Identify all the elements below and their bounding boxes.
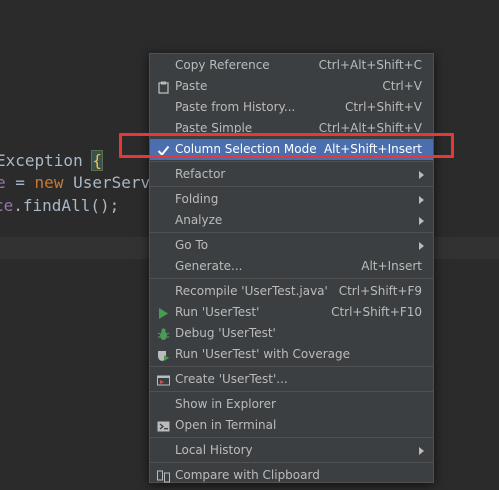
menu-item-label: Create 'UserTest'... <box>175 372 288 386</box>
menu-item-label: Go To <box>175 238 209 252</box>
menu-item-label: Copy Reference <box>175 58 270 72</box>
menu-separator <box>150 437 433 438</box>
menu-item-label: Show in Explorer <box>175 397 276 411</box>
menu-item-shortcut: Ctrl+Shift+F9 <box>338 284 422 298</box>
terminal-icon <box>157 419 170 432</box>
menu-item-shortcut: Ctrl+Alt+Shift+C <box>318 58 422 72</box>
menu-item-label: Paste from History... <box>175 100 296 114</box>
menu-item-label: Recompile 'UserTest.java' <box>175 284 328 298</box>
menu-item-compare-with-clipboard[interactable]: Compare with Clipboard <box>150 465 433 486</box>
menu-item-run-usertest[interactable]: Run 'UserTest' Ctrl+Shift+F10 <box>150 302 433 323</box>
menu-item-shortcut: Ctrl+V <box>382 79 422 93</box>
submenu-arrow-icon <box>419 242 424 250</box>
create-config-icon <box>157 373 170 386</box>
menu-item-show-in-explorer[interactable]: Show in Explorer <box>150 394 433 415</box>
menu-item-shortcut: Ctrl+Shift+F10 <box>331 305 422 319</box>
menu-item-debug-usertest[interactable]: Debug 'UserTest' <box>150 323 433 344</box>
debug-icon <box>157 327 170 340</box>
menu-item-go-to[interactable]: Go To <box>150 235 433 256</box>
menu-item-open-in-terminal[interactable]: Open in Terminal <box>150 415 433 436</box>
clipboard-icon <box>157 80 170 94</box>
menu-item-label: Debug 'UserTest' <box>175 326 276 340</box>
submenu-arrow-icon <box>419 447 424 455</box>
coverage-icon <box>157 348 170 361</box>
menu-item-create-usertest[interactable]: Create 'UserTest'... <box>150 369 433 390</box>
code-token: UserServ <box>63 173 151 192</box>
menu-item-paste-from-history[interactable]: Paste from History... Ctrl+Shift+V <box>150 97 433 118</box>
menu-item-local-history[interactable]: Local History <box>150 440 433 461</box>
menu-item-label: Open in Terminal <box>175 418 277 432</box>
code-line: e = new UserServ <box>0 172 150 194</box>
menu-separator <box>150 391 433 392</box>
menu-item-label: Folding <box>175 192 219 206</box>
menu-item-refactor[interactable]: Refactor <box>150 164 433 185</box>
menu-item-label: Generate... <box>175 259 243 273</box>
menu-separator <box>150 462 433 463</box>
menu-item-generate[interactable]: Generate... Alt+Insert <box>150 256 433 277</box>
code-token: = <box>5 173 35 192</box>
code-token: .findAll(); <box>13 196 120 215</box>
context-menu: Copy Reference Ctrl+Alt+Shift+C Paste Ctrl+… <box>149 53 434 483</box>
code-token: ce <box>0 196 14 215</box>
menu-item-label: Run 'UserTest' with Coverage <box>175 347 350 361</box>
menu-separator <box>150 186 433 187</box>
menu-item-label: Run 'UserTest' <box>175 305 260 319</box>
menu-item-label: Paste <box>175 79 208 93</box>
code-token: { <box>91 150 103 171</box>
menu-separator <box>150 278 433 279</box>
menu-item-recompile-usertest-java[interactable]: Recompile 'UserTest.java' Ctrl+Shift+F9 <box>150 281 433 302</box>
annotation-highlight-box <box>119 133 454 158</box>
menu-item-copy-reference[interactable]: Copy Reference Ctrl+Alt+Shift+C <box>150 55 433 76</box>
menu-separator <box>150 366 433 367</box>
menu-item-shortcut: Alt+Insert <box>361 259 422 273</box>
menu-item-run-usertest-with-coverage[interactable]: Run 'UserTest' with Coverage <box>150 344 433 365</box>
menu-separator <box>150 161 433 162</box>
code-token: new <box>34 173 64 192</box>
menu-item-label: Analyze <box>175 213 223 227</box>
menu-item-label: Compare with Clipboard <box>175 468 320 482</box>
run-icon <box>157 306 170 319</box>
submenu-arrow-icon <box>419 171 424 179</box>
menu-item-folding[interactable]: Folding <box>150 189 433 210</box>
submenu-arrow-icon <box>419 196 424 204</box>
code-token: Exception <box>0 151 93 170</box>
menu-item-paste[interactable]: Paste Ctrl+V <box>150 76 433 97</box>
code-line: Exception { <box>0 150 103 172</box>
menu-item-shortcut: Ctrl+Shift+V <box>345 100 422 114</box>
menu-item-label: Local History <box>175 443 253 457</box>
menu-item-label: Refactor <box>175 167 226 181</box>
code-line: ce.findAll(); <box>0 195 119 217</box>
menu-item-analyze[interactable]: Analyze <box>150 210 433 231</box>
submenu-arrow-icon <box>419 217 424 225</box>
compare-icon <box>157 469 170 483</box>
menu-separator <box>150 232 433 233</box>
